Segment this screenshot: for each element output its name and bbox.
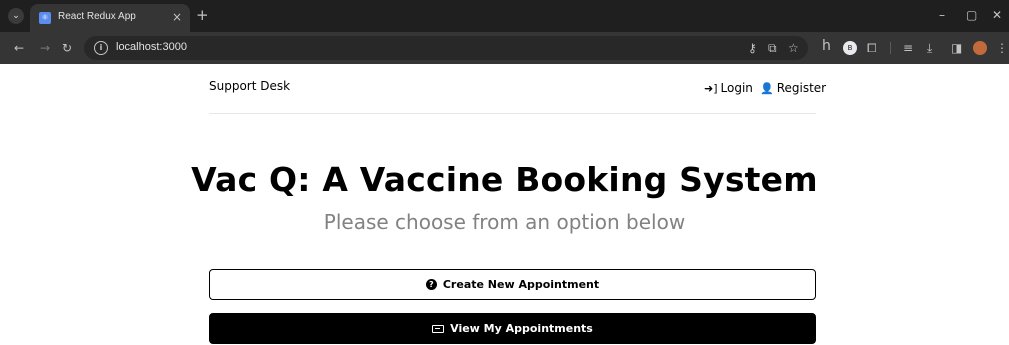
- tab-search-icon[interactable]: ⌄: [8, 8, 24, 24]
- tab-close-icon[interactable]: ×: [172, 10, 182, 24]
- view-appointments-button[interactable]: View My Appointments: [209, 313, 816, 344]
- toolbar-separator: [890, 42, 891, 54]
- cast-icon[interactable]: ⧉: [768, 40, 777, 56]
- extensions-icon[interactable]: ⧠: [867, 40, 877, 56]
- sign-in-icon: ➜]: [704, 81, 718, 95]
- address-bar[interactable]: i localhost:3000 ⚷ ⧉ ☆: [84, 36, 808, 60]
- close-window-icon[interactable]: ✕: [992, 7, 1002, 23]
- forward-icon[interactable]: →: [40, 40, 50, 56]
- browser-tab-strip: ⌄ ⚛ React Redux App × + – ▢ ✕: [0, 0, 1009, 32]
- page-content: Support Desk ➜] Login 👤 Register Vac Q: …: [0, 64, 1009, 345]
- create-appointment-label: Create New Appointment: [442, 278, 600, 291]
- site-info-icon[interactable]: i: [94, 41, 108, 55]
- register-link[interactable]: 👤 Register: [760, 81, 826, 95]
- profile-avatar[interactable]: [973, 41, 987, 55]
- tab-title: React Redux App: [58, 11, 136, 22]
- back-icon[interactable]: ←: [14, 40, 24, 56]
- new-tab-icon[interactable]: +: [196, 7, 209, 23]
- page-subtitle: Please choose from an option below: [323, 210, 686, 234]
- login-link[interactable]: ➜] Login: [704, 81, 753, 95]
- react-favicon-icon: ⚛: [39, 12, 51, 24]
- register-label: Register: [776, 81, 827, 95]
- password-key-icon[interactable]: ⚷: [748, 40, 757, 56]
- download-icon[interactable]: ⤓: [927, 40, 932, 56]
- page-title: Vac Q: A Vaccine Booking System: [191, 160, 818, 199]
- reading-list-icon[interactable]: ≡: [903, 40, 913, 56]
- login-label: Login: [720, 81, 753, 95]
- minimize-icon[interactable]: –: [939, 7, 945, 23]
- create-appointment-button[interactable]: ? Create New Appointment: [209, 269, 816, 300]
- site-header: Support Desk ➜] Login 👤 Register: [209, 64, 826, 114]
- side-panel-icon[interactable]: ◨: [951, 40, 962, 56]
- browser-menu-icon[interactable]: ⋮: [996, 40, 1008, 56]
- user-icon: 👤: [760, 81, 774, 95]
- reload-icon[interactable]: ↻: [62, 40, 72, 56]
- view-appointments-label: View My Appointments: [450, 322, 593, 335]
- browser-tab[interactable]: ⚛ React Redux App ×: [30, 4, 190, 32]
- h-extension-icon[interactable]: h: [822, 38, 831, 54]
- restore-icon[interactable]: ▢: [966, 7, 977, 23]
- profile-badge-icon[interactable]: B: [843, 41, 857, 55]
- url-text[interactable]: localhost:3000: [116, 41, 187, 53]
- question-circle-icon: ?: [425, 279, 437, 290]
- site-logo[interactable]: Support Desk: [209, 79, 290, 93]
- browser-toolbar: ← → ↻ i localhost:3000 ⚷ ⧉ ☆ h B ⧠ ≡ ⤓ ◨…: [0, 32, 1009, 64]
- ticket-icon: [432, 324, 445, 333]
- bookmark-star-icon[interactable]: ☆: [788, 40, 799, 56]
